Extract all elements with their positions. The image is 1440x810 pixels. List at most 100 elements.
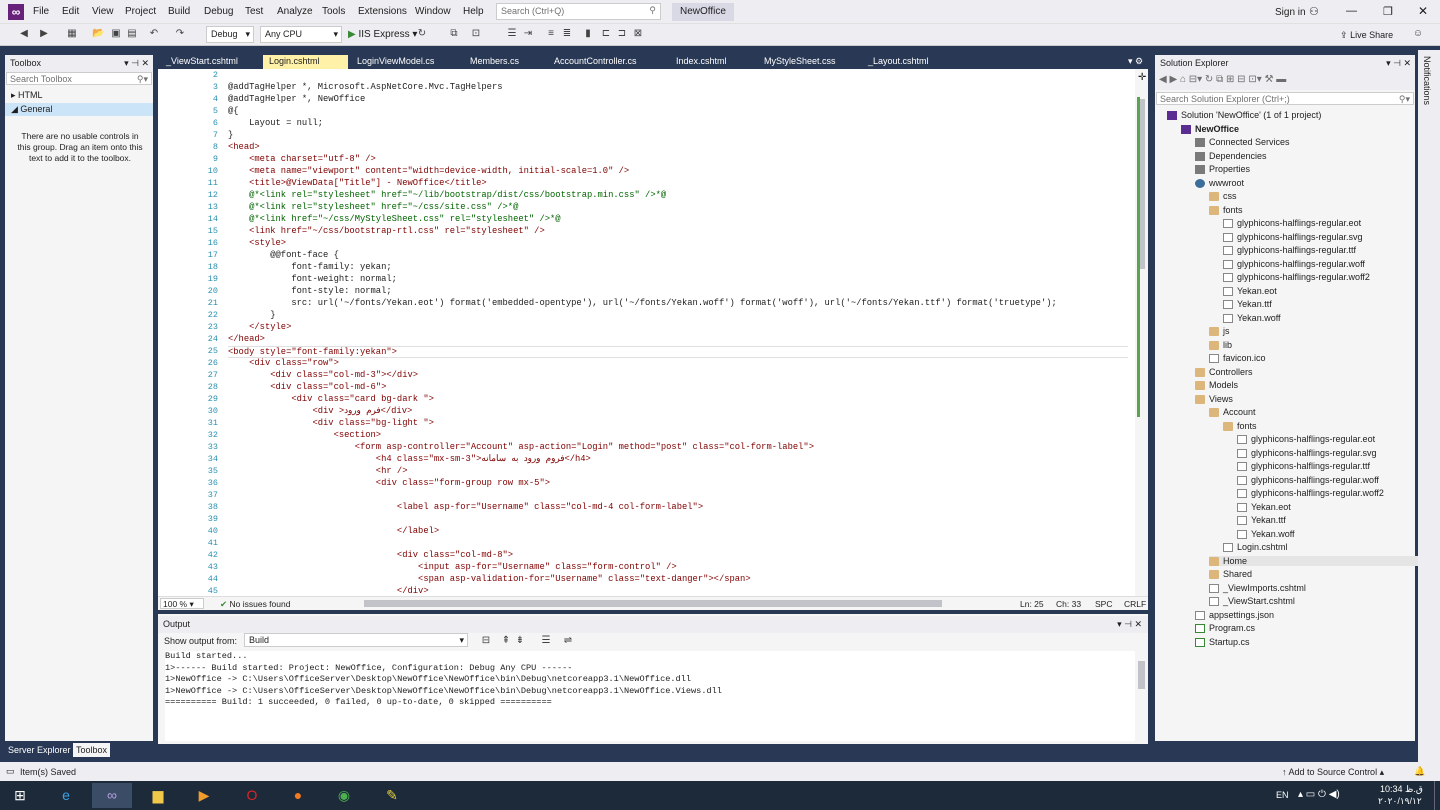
back-icon[interactable]: ◀ xyxy=(18,28,30,40)
undo-icon[interactable]: ↶ xyxy=(148,28,160,40)
signin-link[interactable]: Sign in xyxy=(1275,7,1306,18)
editor-tab[interactable]: MyStyleSheet.css xyxy=(758,55,858,69)
redo-icon[interactable]: ↷ xyxy=(174,28,186,40)
explorer-icon[interactable]: ▆ xyxy=(138,783,178,808)
tree-item[interactable]: glyphicons-halflings-regular.woff2 xyxy=(1237,488,1384,499)
next-message-icon[interactable]: ⇟ xyxy=(514,635,526,647)
tree-item[interactable]: Yekan.eot xyxy=(1223,286,1277,296)
chrome-icon[interactable]: ◉ xyxy=(324,783,364,808)
forward-icon[interactable]: ▶ xyxy=(38,28,50,40)
tree-item[interactable]: Program.cs xyxy=(1195,623,1255,634)
editor-tab[interactable]: Login.cshtml xyxy=(263,55,348,69)
tree-item[interactable]: Yekan.ttf xyxy=(1237,515,1286,526)
tree-item[interactable]: Login.cshtml xyxy=(1223,542,1288,553)
open-icon[interactable]: 📂 xyxy=(92,28,104,40)
tree-item[interactable]: fonts xyxy=(1209,205,1243,215)
tree-item[interactable]: NewOffice xyxy=(1181,124,1239,134)
toolbox-group-general[interactable]: ◢ General xyxy=(5,103,153,116)
save-icon[interactable]: ▣ xyxy=(110,28,122,40)
output-text[interactable]: Build started... 1>------ Build started: … xyxy=(165,651,1135,741)
notifications-strip[interactable]: Notifications xyxy=(1418,50,1440,770)
zoom-select[interactable]: 100 % ▾ xyxy=(160,598,204,609)
tree-item[interactable]: Properties xyxy=(1195,164,1250,175)
tree-item[interactable]: Models xyxy=(1195,380,1238,391)
toolbox-group-html[interactable]: ▸ HTML xyxy=(11,90,43,101)
tab-toolbox[interactable]: Toolbox xyxy=(73,743,111,757)
minimize-button[interactable]: — xyxy=(1346,5,1357,17)
tab-overflow-icon[interactable]: ▾ ⚙ xyxy=(1128,56,1143,67)
tree-item[interactable]: Views xyxy=(1195,394,1233,404)
tree-item[interactable]: glyphicons-halflings-regular.woff xyxy=(1237,475,1379,485)
issues-indicator[interactable]: ✔ No issues found xyxy=(220,599,290,610)
tree-item[interactable]: lib xyxy=(1209,340,1232,350)
menu-tools[interactable]: Tools xyxy=(322,6,345,17)
clock-time[interactable]: 10:34 ق.ظ xyxy=(1380,784,1423,795)
new-project-icon[interactable]: ▦ xyxy=(66,28,78,40)
source-control-button[interactable]: ↑ Add to Source Control ▴ xyxy=(1282,767,1384,778)
tree-item[interactable]: glyphicons-halflings-regular.woff2 xyxy=(1223,272,1370,283)
tree-item[interactable]: favicon.ico xyxy=(1209,353,1266,364)
tree-item[interactable]: Solution 'NewOffice' (1 of 1 project) xyxy=(1167,110,1321,121)
tree-item[interactable]: Connected Services xyxy=(1195,137,1290,148)
tree-item[interactable]: wwwroot xyxy=(1195,178,1244,188)
menu-window[interactable]: Window xyxy=(415,6,451,17)
menu-extensions[interactable]: Extensions xyxy=(358,6,407,17)
horizontal-scrollbar[interactable] xyxy=(354,600,994,607)
tab-server-explorer[interactable]: Server Explorer xyxy=(5,743,74,757)
split-icon[interactable]: ✛ xyxy=(1138,72,1146,83)
tree-item[interactable]: Account xyxy=(1209,407,1256,418)
firefox-icon[interactable]: ● xyxy=(278,783,318,808)
tree-item[interactable]: glyphicons-halflings-regular.eot xyxy=(1237,434,1375,445)
show-desktop-button[interactable] xyxy=(1434,781,1440,810)
tree-item[interactable]: _ViewStart.cshtml xyxy=(1209,596,1295,607)
comment-icon[interactable]: ≡ xyxy=(545,28,557,40)
tree-item[interactable]: appsettings.json xyxy=(1195,610,1274,620)
menu-edit[interactable]: Edit xyxy=(62,6,79,17)
bookmark-clear-icon[interactable]: ⊠ xyxy=(632,28,644,40)
language-indicator[interactable]: EN xyxy=(1276,790,1289,800)
tree-item[interactable]: Yekan.woff xyxy=(1237,529,1295,539)
search-input[interactable]: Search (Ctrl+Q) ⚲ xyxy=(496,3,661,20)
vs-icon[interactable]: ∞ xyxy=(92,783,132,808)
save-all-icon[interactable]: ▤ xyxy=(126,28,138,40)
tree-item[interactable]: Controllers xyxy=(1195,367,1253,377)
media-icon[interactable]: ▶ xyxy=(184,783,224,808)
tree-item[interactable]: Shared xyxy=(1209,569,1252,580)
editor-tab[interactable]: _ViewStart.cshtml xyxy=(160,55,260,69)
code-editor[interactable]: 2 3 4 5 6 7 8 9 10 11 12 13 14 15 16 17 18 19 20 21 22 23 24 25… xyxy=(158,69,1148,596)
output-scrollbar[interactable] xyxy=(1135,651,1148,741)
tree-item[interactable]: Yekan.eot xyxy=(1237,502,1291,512)
tree-item[interactable]: Yekan.ttf xyxy=(1223,299,1272,310)
tree-item[interactable]: glyphicons-halflings-regular.ttf xyxy=(1237,461,1370,472)
tree-item[interactable]: Home xyxy=(1209,555,1440,566)
find-message-icon[interactable]: ⊟ xyxy=(480,635,492,647)
bookmark-next-icon[interactable]: ⊐ xyxy=(616,28,628,40)
tree-item[interactable]: js xyxy=(1209,326,1230,337)
close-button[interactable]: ✕ xyxy=(1418,4,1428,18)
menu-help[interactable]: Help xyxy=(463,6,484,17)
feedback-icon[interactable]: ☺ xyxy=(1412,28,1424,40)
tree-item[interactable]: Yekan.woff xyxy=(1223,313,1281,323)
menu-analyze[interactable]: Analyze xyxy=(277,6,313,17)
config-select[interactable]: Debug ▾ xyxy=(206,26,254,43)
editor-tab[interactable]: _Layout.cshtml xyxy=(862,55,952,69)
editor-tab[interactable]: LoginViewModel.cs xyxy=(351,55,461,69)
menu-test[interactable]: Test xyxy=(245,6,263,17)
editor-tab[interactable]: Index.cshtml xyxy=(670,55,755,69)
bookmark-prev-icon[interactable]: ⊏ xyxy=(600,28,612,40)
run-button[interactable]: ▶ IIS Express ▾ xyxy=(348,29,417,40)
tree-item[interactable]: _ViewImports.cshtml xyxy=(1209,583,1306,593)
opera-icon[interactable]: O xyxy=(232,783,272,808)
output-source-select[interactable]: Build ▾ xyxy=(244,633,468,647)
bookmark-icon[interactable]: ▮ xyxy=(582,28,594,40)
maximize-button[interactable]: ❐ xyxy=(1383,5,1393,18)
toolbox-search-input[interactable]: Search Toolbox ⚲▾ xyxy=(6,72,152,85)
tree-item[interactable]: fonts xyxy=(1223,421,1257,431)
browser-link-icon[interactable]: ⧉ xyxy=(448,28,460,40)
indent-icon[interactable]: ⇥ xyxy=(522,28,534,40)
tree-item[interactable]: glyphicons-halflings-regular.svg xyxy=(1223,232,1363,242)
menu-file[interactable]: File xyxy=(33,6,49,17)
tree-item[interactable]: glyphicons-halflings-regular.ttf xyxy=(1223,245,1356,256)
user-icon[interactable]: ⚇ xyxy=(1309,5,1319,18)
uncomment-icon[interactable]: ≣ xyxy=(561,28,573,40)
